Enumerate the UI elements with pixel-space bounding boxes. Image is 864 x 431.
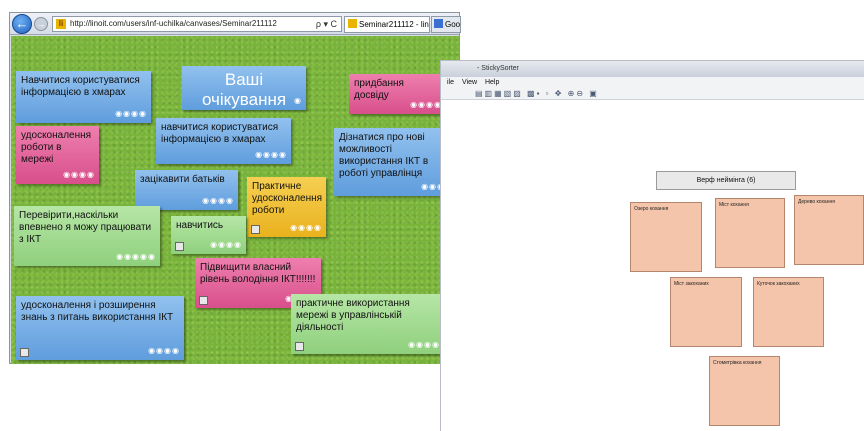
sticky-note[interactable]: зацікавити батьків ◉◉◉◉	[135, 170, 238, 210]
sorter-card[interactable]: Озеро кохання	[630, 202, 702, 272]
lino-favicon-icon	[348, 19, 357, 28]
sticky-text: придбання досвіду	[354, 78, 404, 101]
tab-label: Google	[445, 20, 461, 29]
sticky-note[interactable]: придбання досвіду ◉◉◉◉	[349, 74, 446, 114]
sorter-card[interactable]: Дерево кохання	[794, 195, 864, 265]
avatar	[295, 342, 304, 351]
browser-toolbar: ← → li http://linoit.com/users/inf-uchil…	[10, 13, 461, 35]
sticky-controls-icon[interactable]: ◉◉◉◉	[202, 195, 234, 207]
sorter-card[interactable]: Стометрівка кохання	[709, 356, 780, 426]
address-bar[interactable]: li http://linoit.com/users/inf-uchilka/c…	[52, 16, 342, 32]
google-favicon-icon	[434, 19, 443, 28]
tab-seminar[interactable]: Seminar211112 - lino ×	[344, 16, 430, 33]
tab-google[interactable]: Google	[431, 16, 461, 33]
sticky-controls-icon[interactable]: ◉◉◉◉◉	[116, 251, 156, 263]
sticky-note[interactable]: удосконалення роботи в мережі ◉◉◉◉	[16, 126, 99, 184]
forward-button[interactable]: →	[34, 17, 48, 31]
sticky-text: Практичне удосконалення роботи	[252, 181, 323, 216]
avatar	[20, 348, 29, 357]
sticky-text: удосконалення роботи в мережі	[21, 130, 92, 165]
avatar	[175, 242, 184, 251]
sticky-controls-icon[interactable]: ◉◉◉◉	[63, 169, 95, 181]
sticky-controls-icon[interactable]: ◉◉◉◉	[210, 239, 242, 251]
menu-help[interactable]: Help	[485, 79, 499, 86]
group-header[interactable]: Верф неймінга (6)	[656, 171, 796, 190]
sticky-controls-icon[interactable]: ◉◉◉◉	[410, 99, 442, 111]
sticky-note[interactable]: Навчитися користуватися інформацією в хм…	[16, 71, 151, 123]
sticky-controls-icon[interactable]: ◉	[294, 95, 302, 107]
sticky-note-heading[interactable]: Ваші очікування ◉	[182, 66, 306, 110]
sticky-note[interactable]: навчитись ◉◉◉◉	[171, 216, 246, 254]
lino-canvas[interactable]: Навчитися користуватися інформацією в хм…	[11, 36, 460, 364]
menu-file[interactable]: ile	[447, 79, 454, 86]
toolbar-icons[interactable]: ▤▥▦▧▨ ▩▪ ▫ ✥ ⊕⊖ ▣	[441, 88, 864, 100]
address-url[interactable]: http://linoit.com/users/inf-uchilka/canv…	[70, 17, 277, 31]
sticky-note[interactable]: практичне використання мережі в управлін…	[291, 294, 444, 354]
search-refresh-icon[interactable]: ρ ▾ C	[316, 17, 337, 31]
sticky-text: Перевірити,наскільки впевнено я можу пра…	[19, 210, 152, 245]
sticky-note[interactable]: навчитися користуватися інформацією в хм…	[156, 118, 291, 164]
sticky-note[interactable]: удосконалення і розширення знань з питан…	[16, 296, 184, 360]
menu-bar: ile View Help	[441, 77, 864, 88]
browser-window: ← → li http://linoit.com/users/inf-uchil…	[9, 12, 461, 364]
window-title: - StickySorter	[441, 61, 864, 77]
sorter-card[interactable]: Куточок закоханих	[753, 277, 824, 347]
back-button[interactable]: ←	[12, 14, 32, 34]
stickysorter-window: - StickySorter ile View Help ▤▥▦▧▨ ▩▪ ▫ …	[440, 60, 864, 431]
site-favicon-icon: li	[56, 19, 66, 29]
sticky-controls-icon[interactable]: ◉◉◉◉	[408, 339, 440, 351]
sorter-card[interactable]: Міст закоханих	[670, 277, 742, 347]
sticky-note[interactable]: Перевірити,наскільки впевнено я можу пра…	[14, 206, 160, 266]
tab-label: Seminar211112 - lino	[359, 20, 430, 29]
sticky-text: навчитись	[176, 220, 224, 231]
sticky-text: практичне використання мережі в управлін…	[296, 298, 410, 333]
avatar	[199, 296, 208, 305]
sticky-text: удосконалення і розширення знань з питан…	[21, 300, 174, 323]
sticky-note[interactable]: Практичне удосконалення роботи ◉◉◉◉	[247, 177, 326, 237]
sorter-card[interactable]: Міст кохання	[715, 198, 785, 268]
menu-view[interactable]: View	[462, 79, 477, 86]
sticky-text: Підвищити власний рівень володіння ІКТ!!…	[200, 262, 316, 285]
sticky-controls-icon[interactable]: ◉◉◉◉	[115, 108, 147, 120]
sticky-controls-icon[interactable]: ◉◉◉◉	[148, 345, 180, 357]
sticky-text: Дізнатися про нові можливості використан…	[339, 132, 429, 179]
sticky-text: зацікавити батьків	[140, 174, 225, 185]
sticky-text: Навчитися користуватися інформацією в хм…	[21, 75, 140, 98]
sticky-heading: Ваші очікування	[201, 70, 287, 109]
sticky-controls-icon[interactable]: ◉◉◉◉	[255, 149, 287, 161]
sticky-note[interactable]: Дізнатися про нові можливості використан…	[334, 128, 457, 196]
sticky-controls-icon[interactable]: ◉◉◉◉	[290, 222, 322, 234]
sticky-text: навчитися користуватися інформацією в хм…	[161, 122, 279, 145]
avatar	[251, 225, 260, 234]
